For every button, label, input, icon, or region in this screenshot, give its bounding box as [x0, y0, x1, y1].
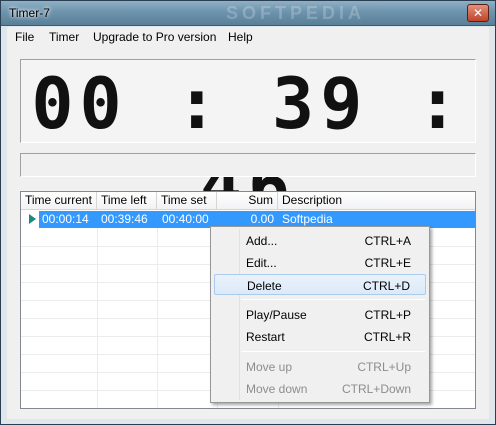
progress-bar [20, 153, 476, 177]
item-shortcut: CTRL+D [362, 279, 410, 293]
timer-window: Timer-7 SOFTPEDIA ✕ File Timer Upgrade t… [0, 0, 496, 425]
item-label: Play/Pause [246, 308, 307, 322]
item-label: Delete [247, 279, 282, 293]
context-item-restart[interactable]: Restart CTRL+R [214, 326, 426, 347]
item-shortcut: CTRL+Up [357, 360, 411, 374]
col-time-set[interactable]: Time set [157, 192, 217, 210]
item-shortcut: CTRL+A [364, 234, 411, 248]
context-item-move-up: Move up CTRL+Up [214, 356, 426, 377]
close-icon: ✕ [472, 6, 484, 20]
col-time-current[interactable]: Time current [21, 192, 97, 210]
menu-help[interactable]: Help [228, 30, 253, 44]
cell-time-set: 00:40:00 [162, 212, 209, 226]
menu-separator [241, 299, 425, 300]
item-shortcut: CTRL+Down [341, 382, 411, 396]
list-header: Time current Time left Time set Sum Desc… [21, 192, 475, 210]
play-arrow-icon [29, 214, 36, 224]
item-label: Move down [246, 382, 308, 396]
item-shortcut: CTRL+E [364, 256, 411, 270]
col-sum[interactable]: Sum [217, 192, 278, 210]
title-bar[interactable]: Timer-7 SOFTPEDIA ✕ [1, 1, 495, 26]
menu-separator [241, 351, 425, 352]
item-label: Edit... [246, 256, 277, 270]
context-item-delete[interactable]: Delete CTRL+D [214, 274, 426, 295]
item-label: Add... [246, 234, 278, 248]
window-title: Timer-7 [9, 6, 50, 20]
col-time-left[interactable]: Time left [97, 192, 157, 210]
item-label: Move up [246, 360, 293, 374]
context-menu: Add... CTRL+A Edit... CTRL+E Delete CTRL… [210, 226, 430, 403]
col-description[interactable]: Description [278, 192, 475, 210]
cell-time-left: 00:39:46 [101, 212, 148, 226]
context-item-add[interactable]: Add... CTRL+A [214, 230, 426, 251]
item-shortcut: CTRL+P [364, 308, 411, 322]
context-item-edit[interactable]: Edit... CTRL+E [214, 252, 426, 273]
menu-upgrade[interactable]: Upgrade to Pro version [93, 30, 216, 44]
clock-display: 00 : 39 : 46 [20, 59, 476, 227]
close-button[interactable]: ✕ [467, 4, 489, 22]
context-item-play-pause[interactable]: Play/Pause CTRL+P [214, 304, 426, 325]
menu-timer[interactable]: Timer [49, 30, 79, 44]
context-item-move-down: Move down CTRL+Down [214, 378, 426, 399]
item-label: Restart [246, 330, 285, 344]
menu-bar: File Timer Upgrade to Pro version Help [7, 27, 489, 47]
watermark: SOFTPEDIA [226, 3, 366, 23]
menu-file[interactable]: File [15, 30, 34, 44]
cell-time-current: 00:00:14 [42, 212, 89, 226]
item-shortcut: CTRL+R [363, 330, 411, 344]
